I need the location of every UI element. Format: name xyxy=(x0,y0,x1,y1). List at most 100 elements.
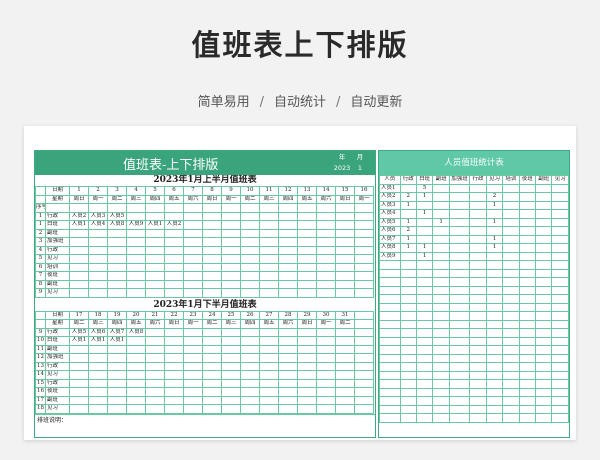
stats-count xyxy=(415,200,434,210)
assignment-cell xyxy=(126,211,146,221)
date-cell: 31 xyxy=(335,310,355,320)
assignment-cell xyxy=(297,404,317,414)
spreadsheet-preview: 值班表-上下排版 年月 2023 1 2023年1月上半月值班表 日期 1 2 3 4 5 6… xyxy=(24,126,576,440)
assignment-cell xyxy=(145,228,165,238)
assignment-cell xyxy=(259,271,279,281)
assignment-cell: 人员1 xyxy=(69,336,89,346)
blank-cell xyxy=(469,328,487,338)
assignment-cell xyxy=(316,228,336,238)
stats-blank-row xyxy=(379,353,569,363)
assignment-cell xyxy=(88,395,108,405)
stats-count xyxy=(502,243,520,253)
stats-count xyxy=(485,226,504,236)
assignment-cell: 人员5 xyxy=(107,211,127,221)
blank-cell xyxy=(415,319,434,329)
assignment-cell xyxy=(107,254,127,264)
blank-cell xyxy=(551,413,569,423)
stats-count: 1 xyxy=(399,243,417,253)
schedule-row: 17 副班 xyxy=(35,395,374,405)
assignment-cell xyxy=(164,237,184,247)
blank-cell xyxy=(399,353,417,363)
stats-count xyxy=(518,243,537,253)
stats-count xyxy=(469,251,487,261)
stats-blank-row xyxy=(379,370,569,380)
assignment-cell xyxy=(240,228,260,238)
blank-cell xyxy=(535,413,553,423)
assignment-cell xyxy=(88,387,108,397)
blank-cell xyxy=(379,294,401,304)
assignment-cell xyxy=(259,378,279,388)
date-cell: 17 xyxy=(69,310,89,320)
role-cell: 见习 xyxy=(45,404,70,414)
assignment-cell xyxy=(221,370,241,380)
assignment-cell xyxy=(126,370,146,380)
assignment-cell xyxy=(221,237,241,247)
row-number: 3 xyxy=(35,237,46,247)
weekday-cell: 周二 xyxy=(69,319,89,329)
weekday-cell: 周二 xyxy=(335,319,355,329)
blank-cell xyxy=(379,353,401,363)
blank-cell xyxy=(448,362,471,372)
blank-cell xyxy=(502,302,520,312)
assignment-cell xyxy=(240,387,260,397)
blank-cell xyxy=(551,311,569,321)
assignment-cell xyxy=(354,245,374,255)
assignment-cell xyxy=(107,370,127,380)
blank-cell xyxy=(469,277,487,287)
date-cell: 4 xyxy=(126,186,146,196)
assignment-cell xyxy=(126,237,146,247)
blank-cell xyxy=(469,294,487,304)
assignment-cell xyxy=(69,378,89,388)
assignment-cell xyxy=(297,387,317,397)
date-cell: 6 xyxy=(164,186,184,196)
assignment-cell xyxy=(88,262,108,272)
assignment-cell: 人员8 xyxy=(107,220,127,230)
assignment-cell xyxy=(221,353,241,363)
assignment-cell xyxy=(259,361,279,371)
corner-cell xyxy=(35,186,46,196)
assignment-cell xyxy=(221,378,241,388)
row-number: 17 xyxy=(35,395,46,405)
stats-person: 人员1 xyxy=(379,183,401,193)
weekday-cell: 周五 xyxy=(164,194,184,204)
index-label: 序号 xyxy=(35,203,46,213)
assignment-cell xyxy=(278,271,298,281)
date-cell: 27 xyxy=(259,310,279,320)
stats-count: 1 xyxy=(485,243,504,253)
stats-count xyxy=(415,226,434,236)
blank-cell xyxy=(485,379,504,389)
stats-count xyxy=(485,183,504,193)
blank-cell xyxy=(415,311,434,321)
blank-cell xyxy=(551,345,569,355)
assignment-cell xyxy=(316,353,336,363)
blank-cell xyxy=(69,203,89,213)
blank-cell xyxy=(551,404,569,414)
assignment-cell xyxy=(354,220,374,230)
assignment-cell xyxy=(278,237,298,247)
assignment-cell xyxy=(335,370,355,380)
assignment-cell xyxy=(259,237,279,247)
blank-cell xyxy=(485,328,504,338)
stats-row: 人员9 1 xyxy=(379,251,569,261)
assignment-cell xyxy=(354,361,374,371)
blank-cell xyxy=(469,396,487,406)
blank-cell xyxy=(551,277,569,287)
blank-cell xyxy=(415,345,434,355)
blank-cell xyxy=(535,311,553,321)
weekday-cell: 周二 xyxy=(240,194,260,204)
assignment-cell xyxy=(164,271,184,281)
assignment-cell xyxy=(316,220,336,230)
assignment-cell xyxy=(145,395,165,405)
blank-cell xyxy=(485,319,504,329)
assignment-cell xyxy=(69,361,89,371)
date-cell: 19 xyxy=(107,310,127,320)
blank-cell xyxy=(399,379,417,389)
row-number: 18 xyxy=(35,404,46,414)
stats-header-row: 人员 行政 白班 副班 加强班 行政 见习 培训 夜班 副班 见习 xyxy=(379,175,569,185)
blank-cell xyxy=(379,319,401,329)
assignment-cell xyxy=(316,279,336,289)
assignment-cell xyxy=(221,279,241,289)
assignment-cell xyxy=(354,237,374,247)
stats-count xyxy=(469,192,487,202)
stats-count xyxy=(469,234,487,244)
